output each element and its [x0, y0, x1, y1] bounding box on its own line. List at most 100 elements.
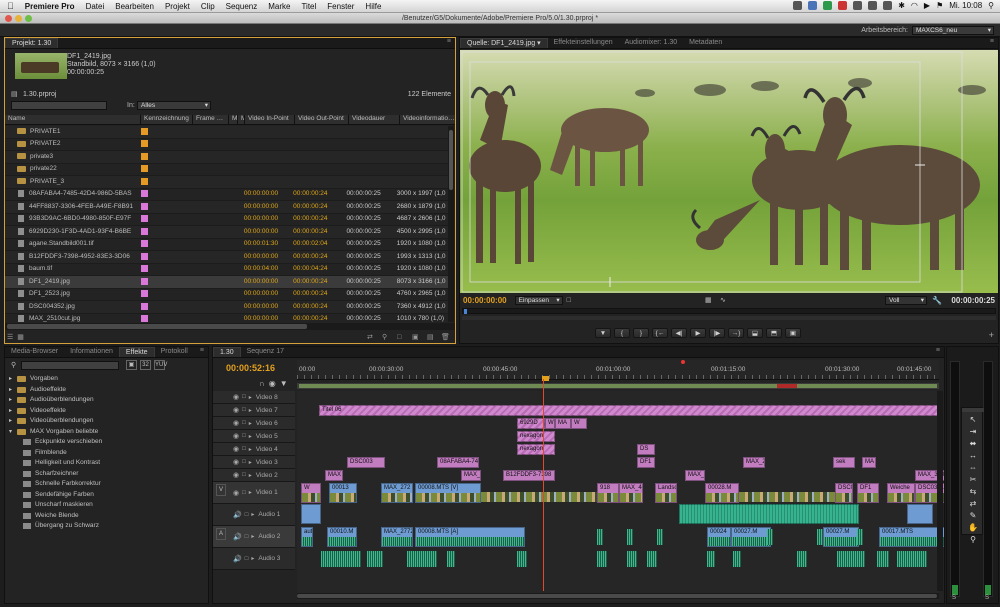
video-clip[interactable]: 00013 [329, 483, 357, 503]
row-label-color[interactable] [138, 176, 189, 188]
col-video-in[interactable]: Video In-Point [244, 115, 294, 124]
source-scrubber[interactable] [462, 308, 996, 314]
speaker-icon[interactable]: 🔊 [233, 533, 242, 541]
effects-folder[interactable]: ▸ Videoüberblendungen [5, 416, 205, 427]
slide-tool-icon[interactable]: ⇄ [967, 498, 979, 509]
effect-preset[interactable]: Übergang zu Schwarz [5, 521, 205, 532]
effects-folder[interactable]: ▸ Audioeffekte [5, 385, 205, 396]
video-clip[interactable]: DF1 [637, 457, 655, 468]
col-video-info[interactable]: Videoinformationen [399, 115, 455, 124]
new-item-icon[interactable]: ▤ [427, 333, 434, 341]
timeline-vscrollbar[interactable] [937, 391, 943, 591]
video-clip[interactable]: Landsc [655, 483, 677, 503]
video-clip[interactable]: MA [555, 418, 571, 429]
settings-wrench-icon[interactable]: 🔧 [932, 296, 942, 305]
audio-clip[interactable]: MAX_2772.M [381, 527, 413, 547]
chevron-right-icon[interactable]: ▸ [249, 394, 252, 401]
32bit-effects-icon[interactable]: 32 [140, 360, 151, 370]
timeline-ruler[interactable]: 00:00 00:00:30:00 00:00:45:00 00:01:00:0… [297, 360, 939, 381]
row-label-color[interactable] [138, 301, 189, 313]
chevron-right-icon[interactable]: ▸ [249, 407, 252, 414]
video-clip[interactable]: MAX [325, 470, 343, 481]
audio-clip[interactable]: 00008.MTS [A] [415, 527, 525, 547]
scrollbar-thumb[interactable] [7, 324, 307, 329]
lock-icon[interactable]: □ [245, 556, 249, 562]
audio-clip[interactable]: 00024 [707, 527, 731, 547]
drag-audio-icon[interactable]: ∿ [720, 296, 726, 304]
row-label-color[interactable] [138, 276, 189, 288]
speaker-icon[interactable]: 🔊 [233, 511, 242, 519]
bin-row[interactable]: private3 [5, 151, 449, 164]
file-row[interactable]: 6929D230-1F3D-4AD1-93F4-B6BE 00:00:00:00 0… [5, 226, 449, 239]
tab-sequence-130[interactable]: 1.30 [213, 347, 241, 357]
row-label-color[interactable] [138, 251, 189, 263]
file-row[interactable]: DSC004352.jpg 00:00:00:00 00:00:00:24 00:00… [5, 301, 449, 314]
audio-clip[interactable] [679, 504, 859, 524]
row-label-color[interactable] [138, 288, 189, 300]
chevron-right-icon[interactable]: ▸ [9, 406, 17, 416]
project-search-input[interactable] [11, 101, 107, 110]
flag-icon[interactable]: ⚑ [936, 1, 943, 10]
tab-effects[interactable]: Effekte [118, 347, 155, 357]
status-icon[interactable] [808, 1, 818, 10]
scrollbar-thumb[interactable] [297, 594, 937, 598]
playhead[interactable] [464, 309, 467, 314]
effects-folder[interactable]: ▾ MAX Vorgaben beliebte [5, 427, 205, 438]
chevron-right-icon[interactable]: ▸ [249, 446, 252, 453]
col-med[interactable]: Med [228, 115, 237, 124]
bin-row[interactable]: private22 [5, 163, 449, 176]
pen-tool-icon[interactable]: ✎ [967, 510, 979, 521]
lock-icon[interactable]: □ [242, 446, 246, 452]
eye-icon[interactable]: ◉ [233, 419, 239, 427]
eye-icon[interactable]: ◉ [233, 432, 239, 440]
lock-icon[interactable]: □ [242, 472, 246, 478]
wifi-icon[interactable]: ◠ [911, 1, 918, 10]
chevron-right-icon[interactable]: ▸ [249, 472, 252, 479]
eye-icon[interactable]: ◉ [233, 471, 239, 479]
panel-menu-icon[interactable]: ≡ [447, 38, 451, 45]
status-icon[interactable] [853, 1, 863, 10]
file-row[interactable]: DF1_2523.jpg 00:00:00:00 00:00:00:24 00:00:… [5, 288, 449, 301]
chevron-right-icon[interactable]: ▸ [249, 489, 252, 496]
video-clip[interactable]: Weiche [887, 483, 915, 503]
col-label[interactable]: Kennzeichnung [140, 115, 192, 124]
tab-history[interactable]: Protokoll [155, 347, 194, 357]
overwrite-button[interactable]: ⬒ [766, 328, 782, 338]
rolling-tool-icon[interactable]: ↔ [967, 450, 979, 461]
row-label-color[interactable] [138, 226, 189, 238]
chevron-right-icon[interactable]: ▸ [249, 420, 252, 427]
effect-preset[interactable]: Eckpunkte verschieben [5, 437, 205, 448]
eye-icon[interactable]: ◉ [233, 445, 239, 453]
col-name[interactable]: Name [5, 115, 140, 124]
effects-folder[interactable]: ▸ Audioüberblendungen [5, 395, 205, 406]
eye-icon[interactable]: ◉ [233, 489, 239, 497]
apple-menu-icon[interactable]:  [7, 1, 14, 11]
file-row[interactable]: agane.Standbild001.tif 00:00:01:30 00:00:0… [5, 238, 449, 251]
file-row[interactable]: baum.tif 00:00:04:00 00:00:04:24 00:00:00:2… [5, 263, 449, 276]
video-clip[interactable]: 00008.MTS [V] [415, 483, 481, 503]
video-clip[interactable]: 918 [597, 483, 619, 503]
effects-folder[interactable]: ▸ Videoeffekte [5, 406, 205, 417]
step-back-button[interactable]: ◀| [671, 328, 687, 338]
tab-effect-controls[interactable]: Effekteinstellungen [548, 38, 619, 48]
panel-menu-icon[interactable]: ≡ [936, 347, 940, 354]
drag-video-icon[interactable]: ▦ [705, 296, 712, 304]
lock-icon[interactable]: □ [242, 433, 246, 439]
video-clip[interactable]: DS [637, 444, 655, 455]
snap-icon[interactable]: ∩ [259, 379, 265, 388]
video-clip[interactable]: MAX_4050 [619, 483, 643, 503]
col-duration[interactable]: Videodauer [348, 115, 399, 124]
close-window-button[interactable] [5, 15, 12, 22]
work-area-bar[interactable] [297, 383, 939, 389]
effects-folder[interactable]: ▸ Vorgaben [5, 374, 205, 385]
add-marker-button[interactable]: ▼ [595, 328, 611, 338]
app-menu[interactable]: Premiere Pro [25, 2, 75, 11]
quality-select[interactable]: Voll ▾ [885, 295, 927, 305]
chevron-right-icon[interactable]: ▸ [9, 385, 17, 395]
track-header[interactable]: ◉ □ ▸ Video 3 [213, 456, 295, 469]
menu-sequenz[interactable]: Sequenz [226, 2, 258, 11]
video-clip[interactable]: nexagon [517, 444, 555, 455]
menu-marke[interactable]: Marke [268, 2, 290, 11]
panel-menu-icon[interactable]: ≡ [990, 38, 994, 45]
ripple-tool-icon[interactable]: ⬌ [967, 438, 979, 449]
